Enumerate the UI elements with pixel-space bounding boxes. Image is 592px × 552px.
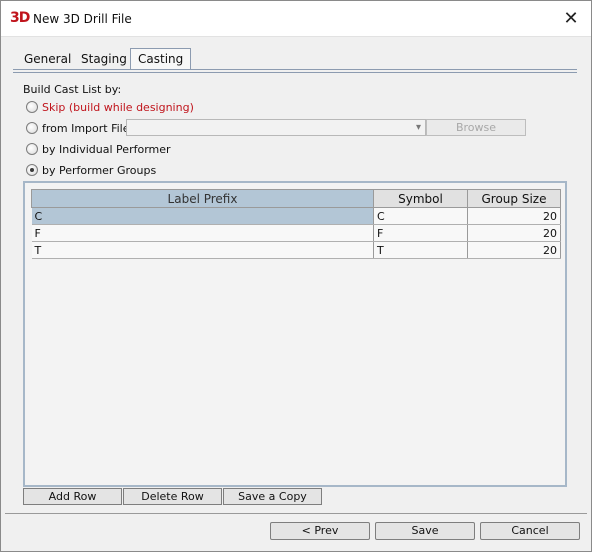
table-row[interactable]: T T 20 [31, 241, 561, 259]
tab-divider-lower [13, 72, 577, 73]
tab-casting[interactable]: Casting [130, 48, 192, 70]
performer-groups-table: Label Prefix Symbol Group Size C C 20 F … [31, 189, 561, 259]
3d-logo-icon: 3D [10, 10, 30, 26]
new-3d-drill-file-dialog: 3D New 3D Drill File ✕ General Staging C… [0, 0, 592, 552]
cell-symbol[interactable]: C [373, 207, 468, 225]
tab-divider [13, 69, 577, 70]
tab-general[interactable]: General [17, 49, 78, 70]
cell-group-size[interactable]: 20 [467, 207, 561, 225]
browse-button[interactable]: Browse [426, 119, 526, 136]
column-header-group-size[interactable]: Group Size [467, 189, 561, 208]
radio-import-file[interactable]: from Import File [26, 121, 130, 135]
column-header-symbol[interactable]: Symbol [373, 189, 468, 208]
table-row[interactable]: F F 20 [31, 224, 561, 242]
window-title: New 3D Drill File [33, 12, 132, 26]
prev-button[interactable]: < Prev [270, 522, 370, 540]
save-a-copy-button[interactable]: Save a Copy [223, 488, 322, 505]
delete-row-button[interactable]: Delete Row [123, 488, 222, 505]
radio-performer-groups-circle[interactable] [26, 164, 38, 176]
cell-label-prefix[interactable]: F [31, 224, 374, 242]
column-header-label-prefix[interactable]: Label Prefix [31, 189, 374, 208]
close-icon[interactable]: ✕ [559, 8, 583, 30]
cell-label-prefix[interactable]: T [31, 241, 374, 259]
chevron-down-icon[interactable]: ▾ [416, 120, 421, 136]
cell-label-prefix[interactable]: C [31, 207, 374, 225]
build-cast-list-label: Build Cast List by: [23, 83, 122, 96]
cell-symbol[interactable]: T [373, 241, 468, 259]
radio-skip-circle[interactable] [26, 101, 38, 113]
cell-symbol[interactable]: F [373, 224, 468, 242]
radio-import-file-circle[interactable] [26, 122, 38, 134]
performer-groups-table-panel: Label Prefix Symbol Group Size C C 20 F … [23, 181, 567, 487]
tab-staging[interactable]: Staging [74, 49, 134, 70]
cancel-button[interactable]: Cancel [480, 522, 580, 540]
radio-import-file-label: from Import File [42, 121, 130, 135]
cell-group-size[interactable]: 20 [467, 241, 561, 259]
title-bar: 3D New 3D Drill File ✕ [1, 1, 591, 37]
radio-performer-groups-label: by Performer Groups [42, 163, 157, 177]
import-file-dropdown[interactable]: ▾ [126, 119, 426, 136]
table-header-row: Label Prefix Symbol Group Size [31, 189, 561, 208]
radio-performer-groups[interactable]: by Performer Groups [26, 163, 156, 177]
radio-individual-performer[interactable]: by Individual Performer [26, 142, 171, 156]
cell-group-size[interactable]: 20 [467, 224, 561, 242]
radio-individual-performer-circle[interactable] [26, 143, 38, 155]
radio-individual-performer-label: by Individual Performer [42, 142, 171, 156]
radio-skip-label: Skip (build while designing) [42, 100, 194, 114]
add-row-button[interactable]: Add Row [23, 488, 122, 505]
radio-skip[interactable]: Skip (build while designing) [26, 100, 194, 114]
save-button[interactable]: Save [375, 522, 475, 540]
table-row[interactable]: C C 20 [31, 207, 561, 225]
footer-divider [5, 513, 587, 514]
